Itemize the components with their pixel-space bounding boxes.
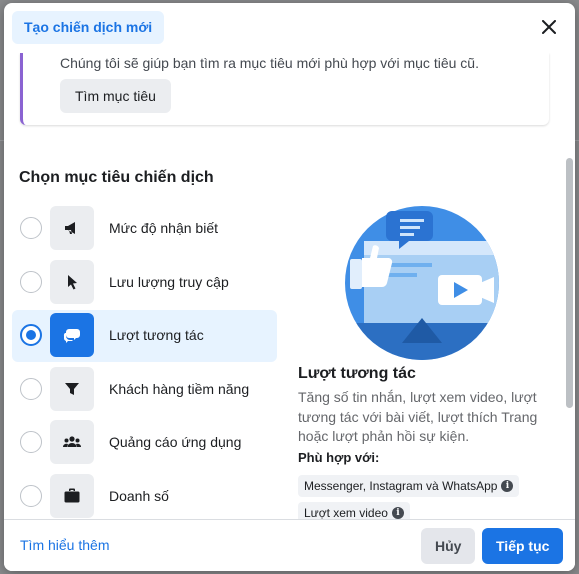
objective-label: Lượt tương tác bbox=[109, 327, 204, 343]
scrollbar[interactable] bbox=[566, 158, 573, 408]
objective-label: Lưu lượng truy cập bbox=[109, 273, 229, 290]
chip-label: Lượt xem video bbox=[304, 506, 388, 519]
create-campaign-dialog: Tạo chiến dịch mới Chúng tôi sẽ giúp bạn… bbox=[4, 3, 575, 571]
objective-detail-description: Tăng số tin nhắn, lượt xem video, lượt t… bbox=[298, 389, 538, 444]
objective-detail-title: Lượt tương tác bbox=[298, 365, 416, 382]
objective-option-engagement[interactable]: Lượt tương tác bbox=[12, 310, 277, 362]
radio-button[interactable] bbox=[20, 484, 42, 507]
banner-text: Chúng tôi sẽ giúp bạn tìm ra mục tiêu mớ… bbox=[60, 55, 479, 71]
learn-more-link[interactable]: Tìm hiểu thêm bbox=[20, 537, 109, 553]
objective-option-leads[interactable]: Khách hàng tiềm năng bbox=[12, 364, 277, 416]
section-title: Chọn mục tiêu chiến dịch bbox=[19, 169, 214, 186]
placement-chip: Lượt xem video i bbox=[298, 502, 410, 519]
cursor-icon bbox=[50, 259, 94, 304]
engagement-illustration bbox=[345, 206, 499, 360]
briefcase-icon bbox=[50, 473, 94, 518]
people-icon bbox=[50, 420, 94, 464]
objective-label: Mức độ nhận biết bbox=[109, 220, 218, 236]
dialog-footer: Tìm hiểu thêm Hủy Tiếp tục bbox=[4, 519, 575, 571]
continue-button[interactable]: Tiếp tục bbox=[482, 528, 564, 564]
objective-option-sales[interactable]: Doanh số bbox=[12, 471, 277, 520]
info-icon[interactable]: i bbox=[391, 507, 404, 519]
dialog-body: Chúng tôi sẽ giúp bạn tìm ra mục tiêu mớ… bbox=[4, 53, 575, 519]
close-button[interactable] bbox=[535, 13, 563, 41]
tab-create-campaign[interactable]: Tạo chiến dịch mới bbox=[12, 11, 165, 44]
objective-label: Khách hàng tiềm năng bbox=[109, 380, 250, 397]
cancel-button[interactable]: Hủy bbox=[421, 528, 476, 564]
fit-label: Phù hợp với: bbox=[298, 450, 380, 465]
chat-bubbles-icon bbox=[50, 313, 94, 357]
objective-label: Quảng cáo ứng dụng bbox=[109, 434, 242, 450]
objective-option-awareness[interactable]: Mức độ nhận biết bbox=[12, 203, 277, 255]
close-icon bbox=[542, 20, 556, 34]
radio-button[interactable] bbox=[20, 431, 42, 453]
objective-label: Doanh số bbox=[109, 487, 169, 504]
dialog-header: Tạo chiến dịch mới bbox=[4, 3, 575, 53]
radio-button[interactable] bbox=[20, 217, 42, 239]
find-objective-button[interactable]: Tìm mục tiêu bbox=[60, 79, 171, 113]
backdrop-line bbox=[575, 140, 579, 141]
funnel-icon bbox=[50, 366, 94, 411]
placement-chip: Messenger, Instagram và WhatsApp i bbox=[298, 475, 520, 497]
info-icon[interactable]: i bbox=[501, 480, 514, 492]
objective-list: Mức độ nhận biết Lưu lượng truy cập Lượt… bbox=[12, 203, 277, 519]
objective-option-app-promotion[interactable]: Quảng cáo ứng dụng bbox=[12, 417, 277, 469]
chip-label: Messenger, Instagram và WhatsApp bbox=[304, 479, 498, 493]
objective-option-traffic[interactable]: Lưu lượng truy cập bbox=[12, 257, 277, 309]
radio-button[interactable] bbox=[20, 270, 42, 293]
suggestion-banner: Chúng tôi sẽ giúp bạn tìm ra mục tiêu mớ… bbox=[20, 53, 549, 125]
radio-button[interactable] bbox=[20, 324, 42, 346]
megaphone-icon bbox=[50, 206, 94, 250]
radio-button[interactable] bbox=[20, 377, 42, 400]
